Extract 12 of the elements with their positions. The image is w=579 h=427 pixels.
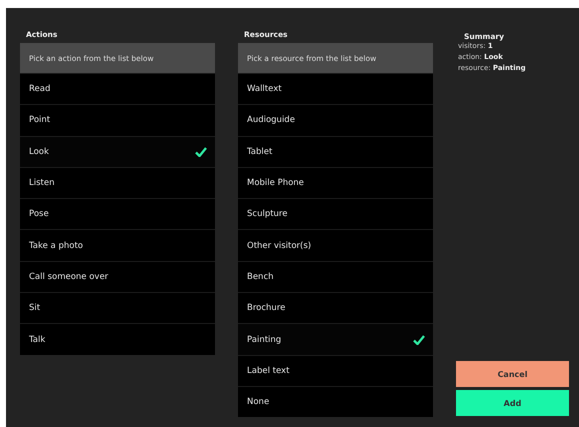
add-button[interactable]: Add [456, 390, 569, 416]
list-item[interactable]: Sculpture [238, 198, 433, 230]
list-item[interactable]: Brochure [238, 292, 433, 324]
cancel-button[interactable]: Cancel [456, 361, 569, 387]
list-item[interactable]: Painting [238, 323, 433, 355]
list-item[interactable]: Walltext [238, 73, 433, 104]
check-icon [413, 334, 425, 345]
list-item[interactable]: Read [20, 73, 215, 104]
list-item[interactable]: Sit [20, 292, 215, 324]
check-icon [195, 146, 207, 157]
list-item[interactable]: Look [20, 136, 215, 167]
list-item[interactable]: Pose [20, 198, 215, 230]
